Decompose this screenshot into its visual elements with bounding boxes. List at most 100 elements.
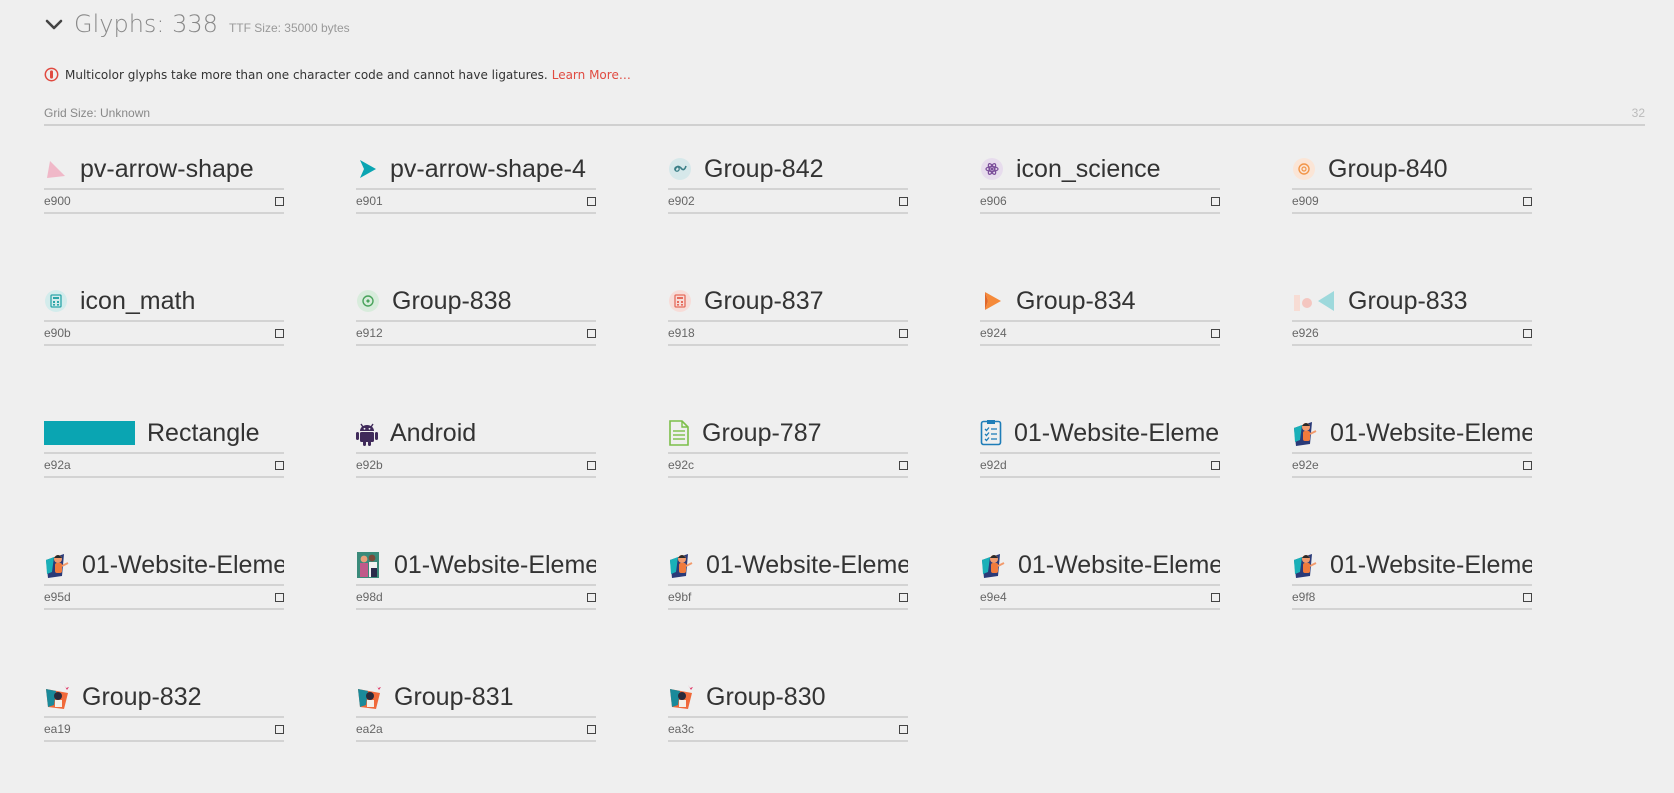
glyph-preview-row[interactable]: Group-838 [356,282,596,322]
glyph-code[interactable]: e912 [356,326,383,340]
glyph-select-checkbox[interactable] [587,461,596,470]
glyph-select-checkbox[interactable] [587,329,596,338]
glyph-name[interactable]: 01-Website-Eleme [706,546,908,584]
glyph-select-checkbox[interactable] [587,725,596,734]
glyph-name[interactable]: Group-787 [702,414,822,452]
glyph-cell[interactable]: 01-Website-Eleme e95d [44,546,284,610]
glyph-code[interactable]: e92b [356,458,383,472]
learn-more-link[interactable]: Learn More… [552,68,631,82]
glyph-cell[interactable]: Group-832 ea19 [44,678,284,742]
glyph-code[interactable]: e909 [1292,194,1319,208]
glyph-name[interactable]: 01-Website-Eleme [82,546,284,584]
glyph-cell[interactable]: 01-Website-Elemer e92d [980,414,1220,478]
glyph-cell[interactable]: 01-Website-Eleme e9bf [668,546,908,610]
blue-checklist-icon[interactable] [980,420,1002,446]
glyph-name[interactable]: Group-838 [392,282,512,320]
glyph-name[interactable]: Group-831 [394,678,514,716]
glyph-select-checkbox[interactable] [1211,329,1220,338]
glyph-code[interactable]: e90b [44,326,71,340]
glyph-cell[interactable]: 01-Website-Eleme e98d [356,546,596,610]
glyph-name[interactable]: 01-Website-Eleme [394,546,596,584]
glyph-select-checkbox[interactable] [1523,197,1532,206]
glyph-cell[interactable]: 01-Website-Eleme e92e [1292,414,1532,478]
glyph-cell[interactable]: Group-834 e924 [980,282,1220,346]
glyph-name[interactable]: Group-833 [1348,282,1468,320]
glyph-select-checkbox[interactable] [275,197,284,206]
teal-rectangle-icon[interactable] [44,421,135,445]
glyph-select-checkbox[interactable] [587,197,596,206]
glyph-name[interactable]: 01-Website-Eleme [1018,546,1220,584]
glyph-name[interactable]: Group-830 [706,678,826,716]
glyph-name[interactable]: Group-837 [704,282,824,320]
grid-size-value[interactable]: 32 [1632,106,1645,120]
red-calculator-icon[interactable] [668,289,692,313]
glyph-select-checkbox[interactable] [899,329,908,338]
glyph-name[interactable]: icon_science [1016,150,1161,188]
glyph-cell[interactable]: 01-Website-Eleme e9f8 [1292,546,1532,610]
glyph-code[interactable]: e9bf [668,590,691,604]
glyph-name[interactable]: Rectangle [147,414,260,452]
glyph-cell[interactable]: Rectangle e92a [44,414,284,478]
glyph-preview-row[interactable]: 01-Website-Eleme [668,546,908,586]
glyph-select-checkbox[interactable] [1523,461,1532,470]
illustration-group-icon[interactable] [668,683,694,711]
purple-atom-icon[interactable] [980,157,1004,181]
glyph-name[interactable]: pv-arrow-shape-4 [390,150,586,188]
glyph-preview-row[interactable]: 01-Website-Elemer [980,414,1220,454]
glyph-name[interactable]: 01-Website-Eleme [1330,546,1532,584]
orange-play-icon[interactable] [980,289,1004,313]
glyph-code[interactable]: e9f8 [1292,590,1315,604]
chevron-down-icon[interactable] [44,15,64,35]
pastel-shapes-icon[interactable] [1292,289,1336,313]
glyph-preview-row[interactable]: Group-834 [980,282,1220,322]
teal-calculator-icon[interactable] [44,289,68,313]
glyph-preview-row[interactable]: Android [356,414,596,454]
glyph-cell[interactable]: 01-Website-Eleme e9e4 [980,546,1220,610]
glyph-preview-row[interactable]: Group-830 [668,678,908,718]
glyph-cell[interactable]: pv-arrow-shape-4 e901 [356,150,596,214]
illustration-person-icon[interactable] [1292,550,1318,580]
glyph-select-checkbox[interactable] [1523,593,1532,602]
illustration-person-icon[interactable] [44,550,70,580]
illustration-group-icon[interactable] [356,683,382,711]
glyph-name[interactable]: 01-Website-Elemer [1014,414,1220,452]
glyph-preview-row[interactable]: 01-Website-Eleme [1292,546,1532,586]
glyph-preview-row[interactable]: icon_science [980,150,1220,190]
glyph-select-checkbox[interactable] [587,593,596,602]
glyph-code[interactable]: ea3c [668,722,694,736]
illustration-person-icon[interactable] [668,550,694,580]
glyph-select-checkbox[interactable] [275,593,284,602]
glyph-cell[interactable]: Group-840 e909 [1292,150,1532,214]
illustration-person-icon[interactable] [1292,418,1318,448]
glyph-preview-row[interactable]: Rectangle [44,414,284,454]
glyph-preview-row[interactable]: 01-Website-Eleme [356,546,596,586]
glyph-name[interactable]: Group-840 [1328,150,1448,188]
green-document-icon[interactable] [668,420,690,446]
glyph-cell[interactable]: Group-837 e918 [668,282,908,346]
glyph-name[interactable]: Group-842 [704,150,824,188]
glyph-select-checkbox[interactable] [1211,461,1220,470]
glyph-cell[interactable]: icon_science e906 [980,150,1220,214]
glyph-code[interactable]: e9e4 [980,590,1007,604]
glyph-name[interactable]: icon_math [80,282,195,320]
glyph-select-checkbox[interactable] [1211,593,1220,602]
android-icon[interactable] [356,420,378,446]
glyph-name[interactable]: Group-832 [82,678,202,716]
glyph-cell[interactable]: Group-787 e92c [668,414,908,478]
illustration-people-icon[interactable] [356,550,382,580]
glyph-name[interactable]: pv-arrow-shape [80,150,254,188]
glyph-select-checkbox[interactable] [899,197,908,206]
glyph-code[interactable]: e918 [668,326,695,340]
glyph-preview-row[interactable]: Group-787 [668,414,908,454]
glyph-code[interactable]: ea19 [44,722,71,736]
glyph-code[interactable]: e92d [980,458,1007,472]
glyph-code[interactable]: e902 [668,194,695,208]
glyph-preview-row[interactable]: 01-Website-Eleme [980,546,1220,586]
illustration-group-icon[interactable] [44,683,70,711]
glyph-preview-row[interactable]: Group-837 [668,282,908,322]
glyph-preview-row[interactable]: Group-842 [668,150,908,190]
glyph-name[interactable]: 01-Website-Eleme [1330,414,1532,452]
teal-play-arrow-icon[interactable] [356,158,378,180]
glyph-code[interactable]: e92c [668,458,694,472]
glyph-select-checkbox[interactable] [275,725,284,734]
